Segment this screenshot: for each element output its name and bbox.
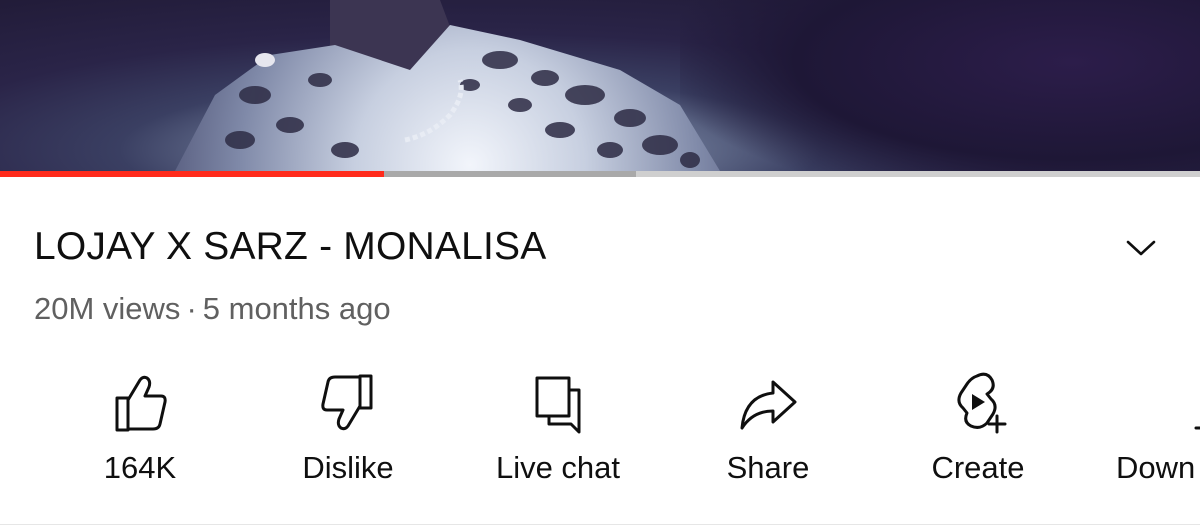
thumbs-up-icon bbox=[115, 375, 167, 432]
create-icon bbox=[957, 372, 1007, 434]
video-player[interactable] bbox=[0, 0, 1200, 171]
chevron-down-icon bbox=[1126, 240, 1156, 256]
like-count: 164K bbox=[103, 450, 177, 485]
video-title[interactable]: LOJAY X SARZ - MONALISA bbox=[34, 225, 546, 269]
video-meta[interactable]: 20M views · 5 months ago bbox=[34, 291, 391, 327]
thumbs-down-icon bbox=[321, 374, 373, 431]
download-icon bbox=[1194, 426, 1200, 430]
like-button[interactable]: 164K bbox=[40, 372, 240, 512]
share-button[interactable]: Share bbox=[668, 372, 868, 512]
create-label: Create bbox=[931, 450, 1025, 485]
live-chat-icon bbox=[535, 376, 581, 434]
progress-played bbox=[0, 171, 384, 177]
view-count: 20M views bbox=[34, 291, 181, 326]
create-button[interactable]: Create bbox=[878, 372, 1078, 512]
download-button[interactable]: Down bbox=[1116, 372, 1200, 512]
live-chat-label: Live chat bbox=[495, 450, 621, 485]
upload-age: 5 months ago bbox=[202, 291, 391, 326]
video-frame bbox=[175, 0, 720, 171]
divider bbox=[0, 524, 1200, 525]
dislike-label: Dislike bbox=[302, 450, 394, 485]
share-label: Share bbox=[726, 450, 810, 485]
share-icon bbox=[740, 380, 797, 430]
expand-description-button[interactable] bbox=[1118, 225, 1164, 271]
watch-screen: LOJAY X SARZ - MONALISA 20M views · 5 mont… bbox=[0, 0, 1200, 527]
download-label: Down bbox=[1116, 450, 1196, 485]
live-chat-button[interactable]: Live chat bbox=[458, 372, 658, 512]
video-progress-bar[interactable] bbox=[0, 171, 1200, 177]
meta-separator: · bbox=[186, 291, 197, 326]
dislike-button[interactable]: Dislike bbox=[248, 372, 448, 512]
